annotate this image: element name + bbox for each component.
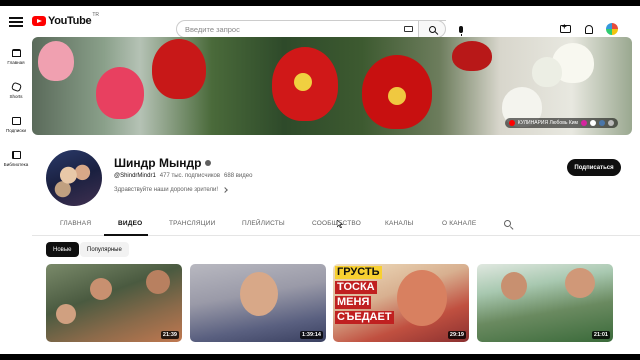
video-duration: 21:01 [591, 331, 610, 339]
video-thumbnail[interactable]: ГРУСТЬ ТОСКА МЕНЯ СЪЕДАЕТ 29:19 [333, 264, 469, 342]
tab-home[interactable]: ГЛАВНАЯ [60, 220, 91, 227]
search-icon[interactable] [504, 220, 511, 227]
tab-streams[interactable]: ТРАНСЛЯЦИИ [169, 220, 216, 227]
search-button[interactable] [418, 20, 446, 38]
tab-about[interactable]: О КАНАЛЕ [442, 220, 476, 227]
banner-flower [452, 41, 492, 71]
youtube-link-icon [508, 120, 515, 126]
subscriber-count: 477 тыс. подписчиков [159, 173, 221, 179]
guide-item-home[interactable]: Главная [0, 40, 32, 74]
guide-item-label: Подписки [6, 128, 26, 133]
thumbnail-caption: ТОСКА [335, 281, 377, 294]
active-tab-underline [104, 234, 148, 236]
channel-tabs: ГЛАВНАЯ ВИДЕО ТРАНСЛЯЦИИ ПЛЕЙЛИСТЫ СООБЩ… [32, 212, 640, 236]
shorts-icon [10, 81, 22, 93]
tab-playlists[interactable]: ПЛЕЙЛИСТЫ [242, 220, 285, 227]
channel-avatar [46, 150, 102, 206]
channel-description-text: Здравствуйте наши дорогие зрители! [114, 187, 219, 193]
video-duration: 21:39 [160, 331, 179, 339]
guide-sidebar: Главная Shorts Подписки Библиотека [0, 40, 32, 176]
logo-text: YouTube [48, 15, 92, 27]
library-icon [11, 151, 21, 159]
chevron-right-icon [222, 187, 228, 193]
keyboard-icon[interactable] [404, 26, 413, 32]
thumbnail-person [56, 304, 76, 324]
guide-item-label: Библиотека [3, 162, 29, 167]
video-duration: 1:39:14 [300, 331, 323, 339]
letterbox-bottom [0, 354, 640, 360]
banner-flower [96, 67, 144, 119]
home-icon [11, 49, 21, 57]
masthead: YouTube TR [0, 6, 640, 40]
tab-videos[interactable]: ВИДЕО [118, 220, 142, 227]
guide-item-subscriptions[interactable]: Подписки [0, 108, 32, 142]
youtube-logo[interactable]: YouTube TR [32, 12, 99, 27]
subscribe-button[interactable]: Подписаться [567, 159, 621, 176]
guide-item-label: Главная [7, 60, 25, 65]
link-icon[interactable] [590, 120, 596, 126]
guide-item-library[interactable]: Библиотека [0, 142, 32, 176]
banner-flower [152, 39, 206, 99]
thumbnail-caption: ГРУСТЬ [335, 266, 382, 279]
more-links-icon[interactable] [608, 120, 614, 126]
video-thumbnail[interactable]: 1:39:14 [190, 264, 326, 342]
channel-handle: @ShindrMindr1 [114, 173, 156, 179]
channel-description[interactable]: Здравствуйте наши дорогие зрители! [114, 187, 228, 193]
search-input[interactable] [185, 24, 385, 34]
vk-icon[interactable] [599, 120, 605, 126]
chip-newest[interactable]: Новые [46, 242, 79, 257]
voice-search-button[interactable] [454, 22, 468, 36]
banner-flower [388, 87, 406, 105]
channel-name: Шиндр Мындр [114, 156, 212, 170]
video-thumbnail[interactable]: 21:01 [477, 264, 613, 342]
youtube-play-icon [32, 16, 46, 26]
banner-flower [294, 73, 312, 91]
thumbnail-person [240, 272, 278, 316]
account-avatar[interactable] [606, 23, 618, 35]
channel-name-text: Шиндр Мындр [114, 156, 202, 170]
channel-banner: КУЛИНАРИЯ Любовь Ким [32, 37, 632, 135]
subscriptions-icon [11, 117, 21, 125]
video-thumbnail[interactable]: 21:39 [46, 264, 182, 342]
thumbnail-person [397, 270, 447, 326]
mouse-cursor-icon [337, 220, 343, 228]
guide-item-shorts[interactable]: Shorts [0, 74, 32, 108]
verified-icon [205, 160, 212, 166]
thumbnail-person [565, 268, 595, 298]
chip-popular[interactable]: Популярные [80, 242, 129, 257]
banner-links[interactable]: КУЛИНАРИЯ Любовь Ким [504, 118, 618, 128]
thumbnail-person [146, 270, 170, 294]
video-duration: 29:19 [447, 331, 466, 339]
logo-region: TR [92, 12, 99, 18]
create-video-icon[interactable] [558, 22, 572, 36]
thumbnail-person [501, 272, 527, 300]
channel-meta: @ShindrMindr1 477 тыс. подписчиков 688 в… [114, 173, 252, 179]
banner-flower [38, 41, 74, 81]
search-icon [428, 25, 436, 33]
instagram-icon[interactable] [581, 120, 587, 126]
banner-link-text: КУЛИНАРИЯ Любовь Ким [517, 120, 578, 126]
guide-item-label: Shorts [9, 94, 23, 99]
menu-icon[interactable] [9, 15, 23, 29]
banner-flower [532, 57, 562, 87]
tab-channels[interactable]: КАНАЛЫ [385, 220, 414, 227]
notifications-bell-icon[interactable] [582, 22, 596, 36]
thumbnail-person [90, 278, 112, 300]
microphone-icon [459, 25, 463, 36]
thumbnail-caption: СЪЕДАЕТ [335, 311, 394, 324]
thumbnail-caption: МЕНЯ [335, 296, 372, 309]
video-count: 688 видео [224, 173, 253, 179]
